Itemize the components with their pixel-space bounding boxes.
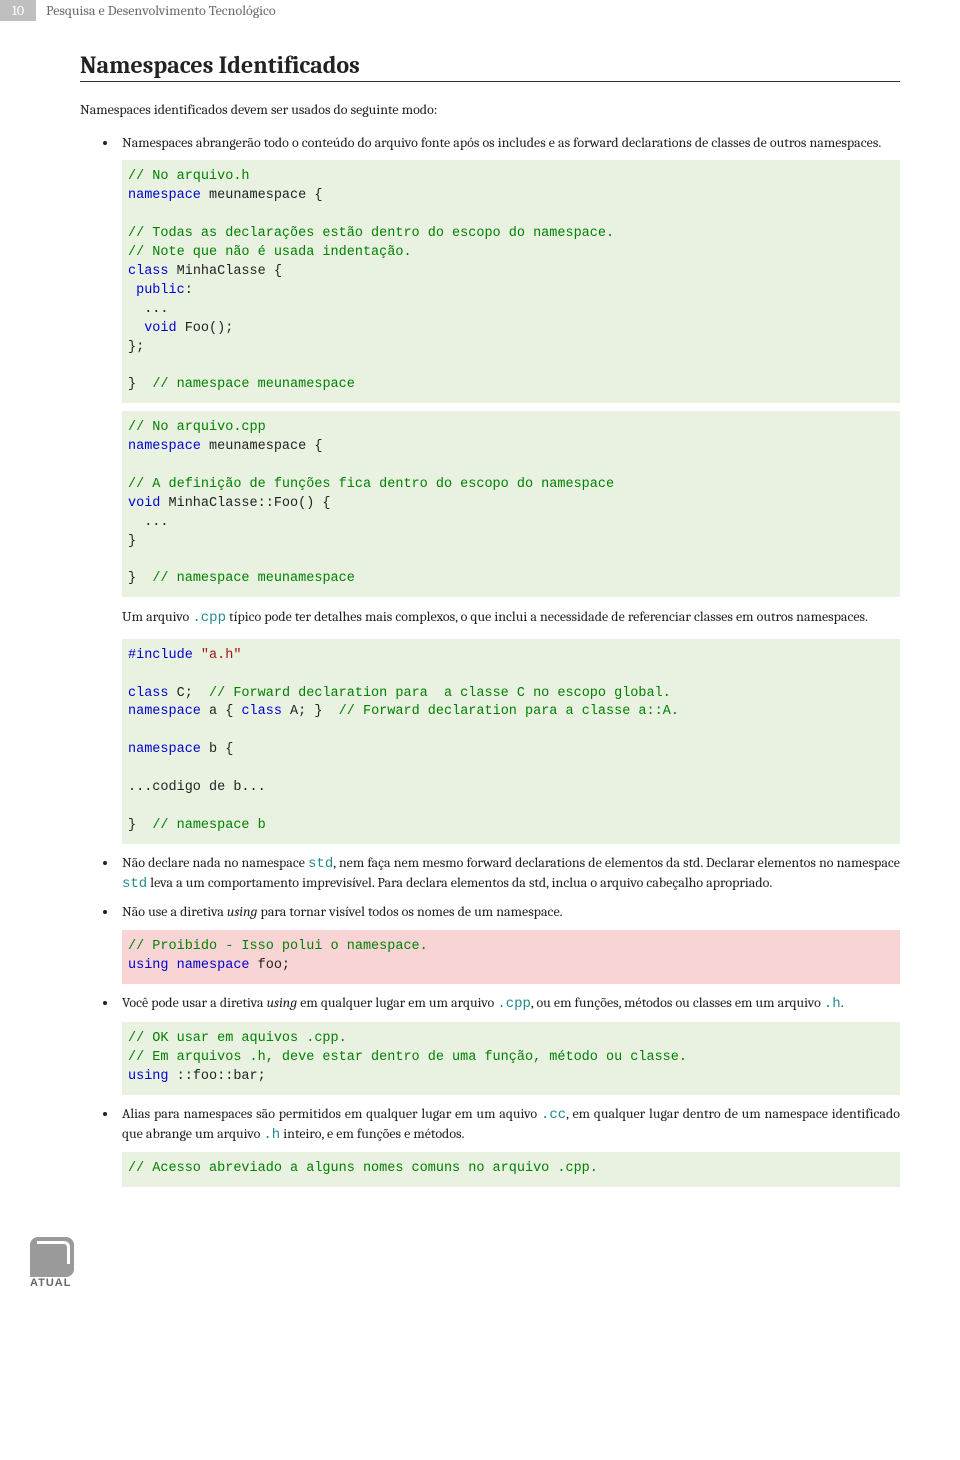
page-body: Namespaces Identificados Namespaces iden… <box>0 51 960 1327</box>
list-item: Alias para namespaces são permitidos em … <box>118 1105 900 1188</box>
code-block: // OK usar em aquivos .cpp. // Em arquiv… <box>122 1022 900 1095</box>
code-block: #include "a.h" class C; // Forward decla… <box>122 639 900 844</box>
paragraph: Um arquivo .cpp típico pode ter detalhes… <box>122 607 900 629</box>
logo-text: ATUAL <box>30 1277 100 1289</box>
code-block: // No arquivo.h namespace meunamespace {… <box>122 160 900 403</box>
code-block: // No arquivo.cpp namespace meunamespace… <box>122 411 900 597</box>
list-item: Não declare nada no namespace std, nem f… <box>118 854 900 894</box>
list-item: Você pode usar a diretiva using em qualq… <box>118 994 900 1095</box>
intro-paragraph: Namespaces identificados devem ser usado… <box>80 100 900 120</box>
logo-icon <box>30 1237 74 1277</box>
bullet-text: Namespaces abrangerão todo o conteúdo do… <box>122 134 881 151</box>
list-item: Não use a diretiva using para tornar vis… <box>118 903 900 984</box>
running-head: Pesquisa e Desenvolvimento Tecnológico <box>36 0 286 21</box>
page-header: 10 Pesquisa e Desenvolvimento Tecnológic… <box>0 0 960 21</box>
bullet-list: Namespaces abrangerão todo o conteúdo do… <box>80 134 900 1188</box>
footer-logo: ATUAL <box>30 1237 100 1287</box>
code-block: // Acesso abreviado a alguns nomes comun… <box>122 1152 900 1187</box>
list-item: Namespaces abrangerão todo o conteúdo do… <box>118 134 900 844</box>
page-number: 10 <box>0 0 36 21</box>
section-title: Namespaces Identificados <box>80 51 900 82</box>
code-block-forbidden: // Proibido - Isso polui o namespace. us… <box>122 930 900 984</box>
